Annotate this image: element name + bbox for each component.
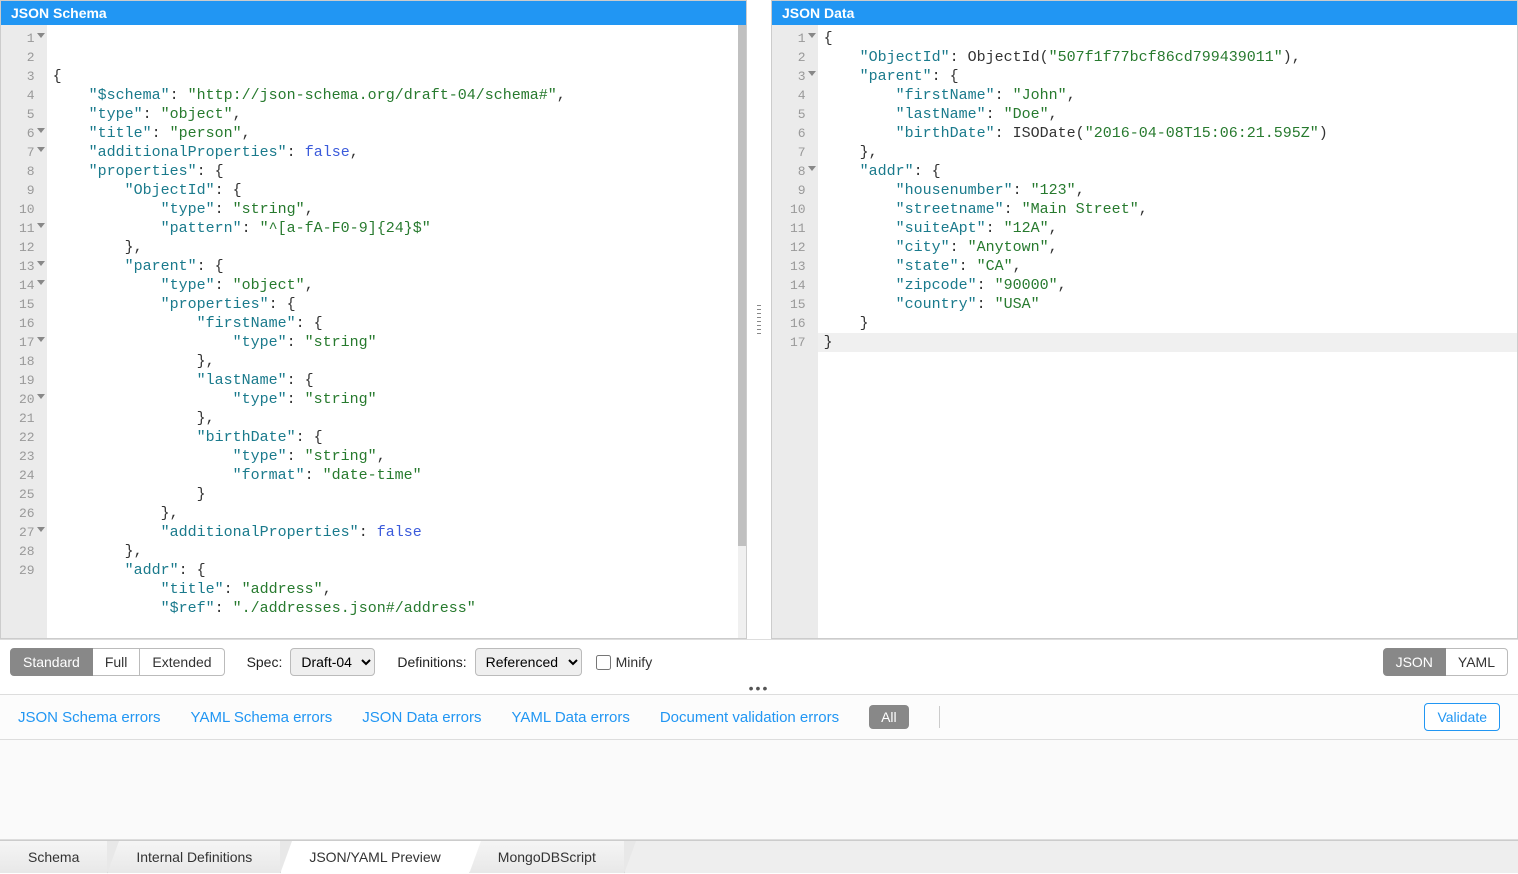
json-schema-editor[interactable]: 1234567891011121314151617181920212223242…: [1, 25, 746, 638]
error-filter-link[interactable]: JSON Data errors: [362, 709, 481, 726]
json-data-panel: JSON Data 1234567891011121314151617 { "O…: [771, 0, 1518, 639]
bottom-tab-internal-definitions[interactable]: Internal Definitions: [108, 841, 281, 873]
divider: [939, 706, 940, 728]
scrollbar-thumb[interactable]: [738, 25, 746, 546]
vertical-resizer[interactable]: •••: [0, 684, 1518, 694]
fold-marker-icon[interactable]: [37, 223, 45, 228]
spec-select[interactable]: Draft-04: [290, 648, 375, 676]
error-filter-link[interactable]: JSON Schema errors: [18, 709, 161, 726]
minify-checkbox[interactable]: [596, 655, 611, 670]
bottom-tabs: SchemaInternal DefinitionsJSON/YAML Prev…: [0, 840, 1518, 873]
fold-marker-icon[interactable]: [37, 394, 45, 399]
mode-standard-button[interactable]: Standard: [10, 648, 93, 676]
definitions-label: Definitions:: [397, 654, 466, 670]
minify-checkbox-wrap[interactable]: Minify: [596, 654, 653, 670]
errors-output-panel: [0, 740, 1518, 840]
bottom-tab-json-yaml-preview[interactable]: JSON/YAML Preview: [281, 841, 469, 873]
fold-marker-icon[interactable]: [37, 337, 45, 342]
all-errors-pill[interactable]: All: [869, 705, 909, 729]
json-schema-header: JSON Schema: [1, 1, 746, 25]
editors-split-pane: JSON Schema 1234567891011121314151617181…: [0, 0, 1518, 639]
format-yaml-button[interactable]: YAML: [1446, 648, 1508, 676]
bottom-tab-schema[interactable]: Schema: [0, 841, 108, 873]
minify-label: Minify: [616, 654, 653, 670]
definitions-select[interactable]: Referenced: [475, 648, 582, 676]
errors-filter-bar: JSON Schema errors YAML Schema errors JSON…: [0, 694, 1518, 740]
json-data-editor[interactable]: 1234567891011121314151617 { "ObjectId": …: [772, 25, 1517, 638]
error-filter-link[interactable]: Document validation errors: [660, 709, 839, 726]
bottom-tab-mongodbscript[interactable]: MongoDBScript: [470, 841, 625, 873]
json-schema-code[interactable]: { "$schema": "http://json-schema.org/dra…: [47, 25, 746, 638]
options-toolbar: StandardFullExtended Spec: Draft-04 Defi…: [0, 639, 1518, 684]
mode-button-group: StandardFullExtended: [10, 648, 225, 676]
fold-marker-icon[interactable]: [37, 280, 45, 285]
error-filter-link[interactable]: YAML Schema errors: [191, 709, 333, 726]
json-schema-panel: JSON Schema 1234567891011121314151617181…: [0, 0, 747, 639]
fold-marker-icon[interactable]: [808, 71, 816, 76]
scrollbar-track[interactable]: [738, 25, 746, 638]
error-filter-link[interactable]: YAML Data errors: [511, 709, 629, 726]
fold-marker-icon[interactable]: [808, 166, 816, 171]
format-button-group: JSONYAML: [1383, 648, 1508, 676]
spec-label: Spec:: [247, 654, 283, 670]
horizontal-resizer[interactable]: [755, 0, 763, 639]
validate-button[interactable]: Validate: [1424, 703, 1500, 731]
fold-marker-icon[interactable]: [37, 527, 45, 532]
json-schema-gutter[interactable]: 1234567891011121314151617181920212223242…: [1, 25, 47, 638]
fold-marker-icon[interactable]: [37, 128, 45, 133]
json-data-header: JSON Data: [772, 1, 1517, 25]
fold-marker-icon[interactable]: [37, 261, 45, 266]
json-data-gutter[interactable]: 1234567891011121314151617: [772, 25, 818, 638]
json-data-code[interactable]: { "ObjectId": ObjectId("507f1f77bcf86cd7…: [818, 25, 1517, 638]
fold-marker-icon[interactable]: [808, 33, 816, 38]
mode-full-button[interactable]: Full: [93, 648, 141, 676]
format-json-button[interactable]: JSON: [1383, 648, 1446, 676]
fold-marker-icon[interactable]: [37, 147, 45, 152]
fold-marker-icon[interactable]: [37, 33, 45, 38]
mode-extended-button[interactable]: Extended: [140, 648, 224, 676]
